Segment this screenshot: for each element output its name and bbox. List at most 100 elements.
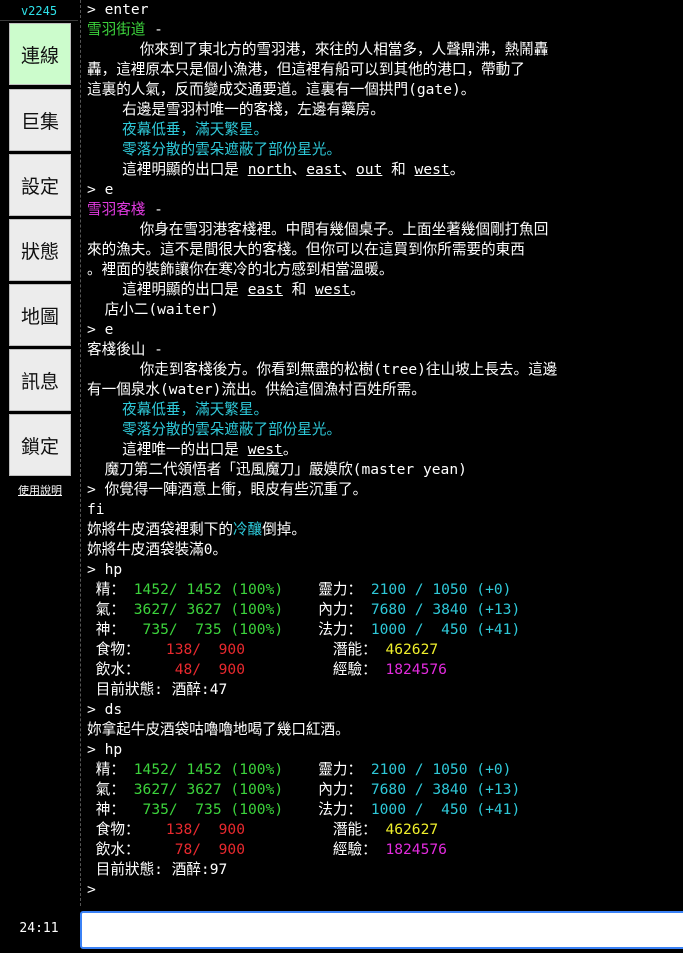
terminal-text: 客棧後山 - — [87, 341, 163, 358]
clock: 24:11 — [19, 921, 59, 936]
terminal-text: 你走到客棧後方。你看到無盡的松樹(tree)往山坡上長去。這邊 — [87, 361, 558, 378]
terminal-line: 客棧後山 - — [87, 340, 682, 360]
terminal-line: 氣： 3627/ 3627 (100%) 內力： 7680 / 3840 (+1… — [87, 780, 682, 800]
terminal-lines: > enter 雪羽街道 - 你來到了東北方的雪羽港，來往的人相當多，人聲鼎沸，熱… — [87, 0, 682, 900]
terminal-text: 妳拿起牛皮酒袋咕嚕嚕地喝了幾口紅酒。 — [87, 721, 350, 738]
terminal-text: 。 — [449, 161, 465, 178]
terminal-text: 右邊是雪羽村唯一的客棧，左邊有藥房。 — [87, 101, 385, 118]
terminal-line: > ds — [87, 700, 682, 720]
mud-client: v2245 連線 巨集 設定 狀態 地圖 訊息 鎖定 使用說明 24:11 > … — [0, 0, 683, 953]
terminal-text: 靈力： — [283, 761, 371, 778]
terminal-text: 900 — [201, 821, 246, 838]
terminal-text: 900 — [201, 641, 246, 658]
terminal-text: > hp — [87, 561, 123, 578]
terminal-text: 3627/ 3627 (100%) — [133, 781, 284, 798]
terminal-output[interactable]: > enter 雪羽街道 - 你來到了東北方的雪羽港，來往的人相當多，人聲鼎沸，熱… — [80, 0, 683, 906]
terminal-text: > 你覺得一陣酒意上衝，眼皮有些沉重了。 — [87, 481, 368, 498]
terminal-text: 。 — [282, 441, 298, 458]
exit-link[interactable]: out — [356, 161, 382, 178]
exit-link[interactable]: east — [248, 281, 283, 298]
terminal-line: 有一個泉水(water)流出。供給這個漁村百姓所需。 — [87, 380, 682, 400]
terminal-text: 這裡明顯的出口是 — [87, 161, 248, 178]
terminal-line: 食物： 138/ 900 潛能： 462627 — [87, 640, 682, 660]
terminal-text: 夜幕低垂，滿天繁星。 — [87, 401, 269, 418]
exit-link[interactable]: north — [248, 161, 292, 178]
map-button[interactable]: 地圖 — [9, 284, 71, 346]
terminal-line: 雪羽街道 - — [87, 20, 682, 40]
macro-button[interactable]: 巨集 — [9, 89, 71, 151]
status-button[interactable]: 狀態 — [9, 219, 71, 281]
terminal-text: 48/ — [157, 661, 202, 678]
terminal-text: fi — [87, 501, 105, 518]
messages-button[interactable]: 訊息 — [9, 349, 71, 411]
terminal-text: 462627 — [385, 821, 439, 838]
terminal-text: > e — [87, 321, 114, 338]
lock-button[interactable]: 鎖定 — [9, 414, 71, 476]
terminal-text: 神： — [87, 801, 143, 818]
terminal-line: > enter — [87, 0, 682, 20]
terminal-line: 這裡唯一的出口是 west。 — [87, 440, 682, 460]
terminal-line: 轟，這裡原本只是個小漁港，但這裡有船可以到其他的港口，帶動了 — [87, 60, 682, 80]
terminal-text: > hp — [87, 741, 123, 758]
terminal-text: 飲水： — [87, 841, 158, 858]
version-label: v2245 — [0, 3, 78, 21]
terminal-line: 神： 735/ 735 (100%) 法力： 1000 / 450 (+41) — [87, 800, 682, 820]
terminal-text: 1824576 — [385, 841, 447, 858]
terminal-line: 你來到了東北方的雪羽港，來往的人相當多，人聲鼎沸，熱鬧轟 — [87, 40, 682, 60]
terminal-text: 潛能： — [245, 821, 386, 838]
terminal-text: 目前狀態: 酒醉:47 — [87, 681, 228, 698]
terminal-text: 魔刀第二代領悟者「迅風魔刀」嚴嫫欣(master yean) — [87, 461, 467, 478]
terminal-line: 這裡明顯的出口是 east 和 west。 — [87, 280, 682, 300]
sidebar: v2245 連線 巨集 設定 狀態 地圖 訊息 鎖定 使用說明 24:11 — [0, 0, 78, 953]
terminal-line: 妳將牛皮酒袋裝滿0。 — [87, 540, 682, 560]
terminal-text: > e — [87, 181, 114, 198]
terminal-text: 你身在雪羽港客棧裡。中間有幾個桌子。上面坐著幾個剛打魚回 — [87, 221, 549, 238]
terminal-text: 這裡唯一的出口是 — [87, 441, 248, 458]
terminal-line: > 你覺得一陣酒意上衝，眼皮有些沉重了。 — [87, 480, 682, 500]
terminal-line: 這裏的人氣，反而變成交通要道。這裏有一個拱門(gate)。 — [87, 80, 682, 100]
terminal-text: 店小二(waiter) — [87, 301, 219, 318]
terminal-text: 7680 / 3840 (+13) — [370, 781, 521, 798]
terminal-line: 精： 1452/ 1452 (100%) 靈力： 2100 / 1050 (+0… — [87, 580, 682, 600]
settings-button[interactable]: 設定 — [9, 154, 71, 216]
terminal-line: 食物： 138/ 900 潛能： 462627 — [87, 820, 682, 840]
terminal-line: 這裡明顯的出口是 north、east、out 和 west。 — [87, 160, 682, 180]
terminal-text: 經驗： — [245, 841, 386, 858]
terminal-line: fi — [87, 500, 682, 520]
terminal-text: 、 — [291, 161, 307, 178]
terminal-line: 零落分散的雲朵遮蔽了部份星光。 — [87, 140, 682, 160]
terminal-text: 精： — [87, 761, 134, 778]
terminal-line: 氣： 3627/ 3627 (100%) 內力： 7680 / 3840 (+1… — [87, 600, 682, 620]
terminal-line: > e — [87, 180, 682, 200]
terminal-text: 精： — [87, 581, 134, 598]
terminal-text: 1452/ 1452 (100%) — [133, 761, 284, 778]
help-link[interactable]: 使用說明 — [0, 482, 80, 498]
connect-button[interactable]: 連線 — [9, 23, 71, 85]
terminal-line: 店小二(waiter) — [87, 300, 682, 320]
terminal-line: 飲水： 48/ 900 經驗： 1824576 — [87, 660, 682, 680]
exit-link[interactable]: west — [248, 441, 283, 458]
terminal-line: > — [87, 880, 682, 900]
exit-link[interactable]: west — [415, 161, 450, 178]
terminal-text: 神： — [87, 621, 143, 638]
terminal-text: 1000 / 450 (+41) — [370, 801, 521, 818]
terminal-text: 轟，這裡原本只是個小漁港，但這裡有船可以到其他的港口，帶動了 — [87, 61, 525, 78]
terminal-text: 138/ — [157, 641, 202, 658]
terminal-text: 靈力： — [283, 581, 371, 598]
terminal-line: 夜幕低垂，滿天繁星。 — [87, 120, 682, 140]
terminal-text: 1000 / 450 (+41) — [370, 621, 521, 638]
terminal-line: 目前狀態: 酒醉:97 — [87, 860, 682, 880]
terminal-line: > hp — [87, 740, 682, 760]
terminal-line: 目前狀態: 酒醉:47 — [87, 680, 682, 700]
terminal-text: > enter — [87, 1, 149, 18]
exit-link[interactable]: east — [306, 161, 341, 178]
terminal-text: 。裡面的裝飾讓你在寒冷的北方感到相當溫暖。 — [87, 261, 394, 278]
terminal-text: 妳將牛皮酒袋裝滿0。 — [87, 541, 228, 558]
terminal-text: 內力： — [283, 601, 371, 618]
terminal-text: 潛能： — [245, 641, 386, 658]
terminal-text: 3627/ 3627 (100%) — [133, 601, 284, 618]
terminal-text: 來的漁夫。這不是間很大的客棧。但你可以在這買到你所需要的東西 — [87, 241, 525, 258]
command-input[interactable] — [80, 911, 683, 949]
terminal-text: 內力： — [283, 781, 371, 798]
exit-link[interactable]: west — [315, 281, 350, 298]
